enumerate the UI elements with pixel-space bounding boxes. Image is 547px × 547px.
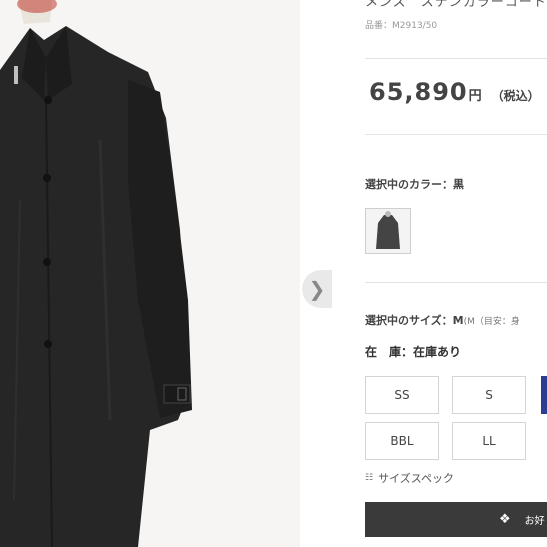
product-sku: 品番：M2913/50 xyxy=(365,21,438,31)
size-option-s[interactable]: S xyxy=(452,376,526,414)
size-option-ll[interactable]: LL xyxy=(452,422,526,460)
size-spec-link[interactable]: ☷ サイズスペック xyxy=(365,470,454,486)
size-option-m-selected[interactable] xyxy=(541,376,547,414)
size-option-bbl[interactable]: BBL xyxy=(365,422,439,460)
product-title: メンズ ステンカラーコート xyxy=(365,0,547,10)
size-spec-label: サイズスペック xyxy=(378,472,454,485)
divider xyxy=(365,282,547,283)
color-swatch[interactable] xyxy=(365,208,411,254)
color-value: 黒 xyxy=(453,178,464,191)
add-to-cart-button[interactable]: ❖ お好 xyxy=(365,502,547,537)
size-value: M xyxy=(452,314,464,327)
coat-thumbnail xyxy=(366,209,410,253)
chevron-right-icon: ❯ xyxy=(308,277,326,301)
size-label: 選択中のサイズ： xyxy=(365,314,453,327)
stock-value: 在庫あり xyxy=(413,345,462,359)
divider xyxy=(365,134,547,135)
gallery-next-button[interactable]: ❯ xyxy=(302,270,332,308)
stock-status: 在 庫：在庫あり xyxy=(365,343,461,360)
stock-label: 在 庫： xyxy=(365,345,414,359)
cart-button-label: お好 xyxy=(524,516,545,527)
grid-icon: ☷ xyxy=(365,473,374,483)
gift-icon: ❖ xyxy=(499,512,511,527)
color-selected-label: 選択中のカラー：黒 xyxy=(365,176,464,192)
divider xyxy=(365,58,547,59)
size-option-ss[interactable]: SS xyxy=(365,376,439,414)
product-image[interactable] xyxy=(0,0,300,547)
price-unit: 円 xyxy=(468,89,482,104)
color-label: 選択中のカラー： xyxy=(365,178,453,191)
price-tax-note: （税込） xyxy=(491,89,540,103)
size-detail: (M（目安：身 xyxy=(463,317,520,327)
product-price: 65,890円 （税込） xyxy=(369,78,540,106)
size-selected-label: 選択中のサイズ：M(M（目安：身 xyxy=(365,312,520,328)
price-value: 65,890 xyxy=(369,78,468,106)
coat-photo xyxy=(0,0,300,547)
